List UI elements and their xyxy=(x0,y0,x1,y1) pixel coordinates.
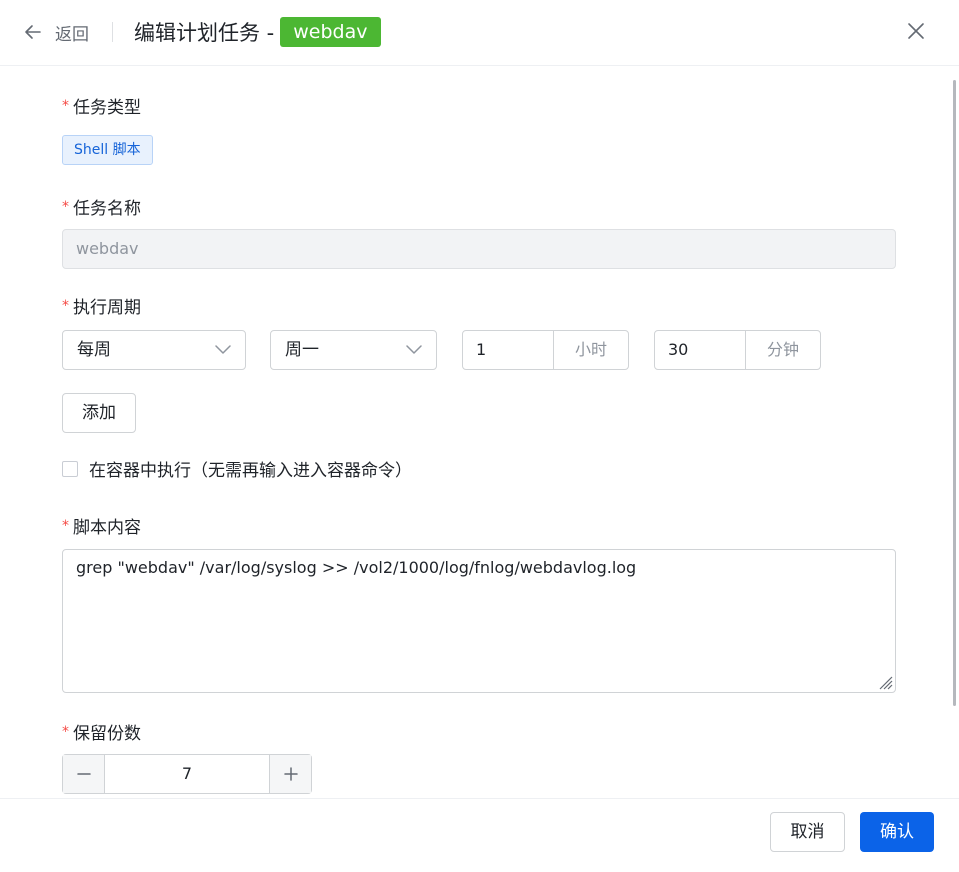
add-schedule-button[interactable]: 添加 xyxy=(62,393,136,433)
retention-label-text: 保留份数 xyxy=(73,724,141,744)
schedule-label: * 执行周期 xyxy=(62,293,141,318)
schedule-label-text: 执行周期 xyxy=(73,298,141,318)
minus-icon xyxy=(76,773,91,775)
back-label: 返回 xyxy=(55,24,89,45)
increment-button[interactable] xyxy=(270,755,311,793)
script-label-text: 脚本内容 xyxy=(73,518,141,538)
task-type-label: * 任务类型 xyxy=(62,93,141,118)
chevron-down-icon xyxy=(406,345,422,354)
frequency-value: 每周 xyxy=(77,340,111,360)
chevron-down-icon xyxy=(215,345,231,354)
required-mark: * xyxy=(62,199,69,215)
minute-input-group: 30 分钟 xyxy=(654,330,821,370)
task-name-tag: webdav xyxy=(280,17,381,47)
container-exec-label: 在容器中执行（无需再输入进入容器命令） xyxy=(89,461,412,481)
back-button[interactable]: 返回 xyxy=(24,20,89,45)
required-mark: * xyxy=(62,98,69,114)
cancel-button[interactable]: 取消 xyxy=(770,812,845,852)
required-mark: * xyxy=(62,518,69,534)
minute-unit: 分钟 xyxy=(766,340,799,359)
confirm-button[interactable]: 确认 xyxy=(860,812,934,852)
close-icon[interactable] xyxy=(907,22,925,40)
task-name-label: * 任务名称 xyxy=(62,194,141,219)
hour-input-group: 1 小时 xyxy=(462,330,629,370)
task-name-label-text: 任务名称 xyxy=(73,199,141,219)
page-title: 编辑计划任务 - webdav xyxy=(134,17,381,47)
container-exec-checkbox[interactable] xyxy=(62,460,78,477)
hour-unit: 小时 xyxy=(574,340,607,359)
script-label: * 脚本内容 xyxy=(62,513,141,538)
dialog-header: 返回 编辑计划任务 - webdav xyxy=(0,0,959,66)
scrollbar[interactable] xyxy=(953,80,956,706)
weekday-select[interactable]: 周一 xyxy=(270,330,437,370)
retention-label: * 保留份数 xyxy=(62,719,141,744)
required-mark: * xyxy=(62,724,69,740)
weekday-value: 周一 xyxy=(285,340,319,360)
task-type-label-text: 任务类型 xyxy=(73,98,141,118)
frequency-select[interactable]: 每周 xyxy=(62,330,246,370)
minute-input[interactable]: 30 xyxy=(655,331,746,369)
header-divider xyxy=(112,22,113,42)
task-name-input: webdav xyxy=(62,229,896,269)
retention-stepper: 7 xyxy=(62,754,312,794)
script-textarea[interactable]: grep "webdav" /var/log/syslog >> /vol2/1… xyxy=(62,549,896,693)
task-type-chip: Shell 脚本 xyxy=(62,135,153,165)
decrement-button[interactable] xyxy=(63,755,104,793)
hour-input[interactable]: 1 xyxy=(463,331,554,369)
required-mark: * xyxy=(62,298,69,314)
retention-input[interactable]: 7 xyxy=(104,755,270,793)
container-exec-option[interactable]: 在容器中执行（无需再输入进入容器命令） xyxy=(62,456,412,481)
page-title-text: 编辑计划任务 - xyxy=(134,21,275,45)
arrow-left-icon xyxy=(25,25,41,39)
dialog-footer: 取消 确认 xyxy=(0,798,959,872)
resize-handle-icon[interactable] xyxy=(877,674,893,690)
script-content: grep "webdav" /var/log/syslog >> /vol2/1… xyxy=(76,558,637,577)
plus-icon xyxy=(283,767,298,781)
